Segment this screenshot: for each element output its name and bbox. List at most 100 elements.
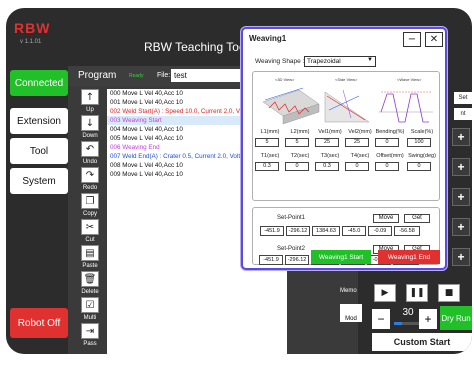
weaving-dialog: Weaving1 − ✕ Weaving Shape : Trapezoidal… — [241, 27, 447, 270]
robot-off-button[interactable]: Robot Off — [10, 308, 68, 338]
set-point1-move-button[interactable]: Move — [373, 214, 399, 223]
down-label: Down — [82, 133, 98, 139]
close-button[interactable]: ✕ — [425, 32, 443, 47]
param-field-1[interactable]: 5 — [285, 138, 309, 147]
speed-plus-button[interactable]: + — [419, 309, 437, 329]
param-field-5[interactable]: 0 — [407, 162, 431, 171]
set-point1-value-5: -56.58 — [394, 226, 420, 236]
pass-label: Pass — [83, 341, 97, 347]
set-point1-label: Set-Point1 — [277, 215, 306, 221]
set-point2-value-1: -296.12 — [285, 255, 309, 265]
speed-minus-button[interactable]: − — [372, 309, 390, 329]
sidebar-item-connected[interactable]: Connected — [10, 70, 68, 96]
speed-slider[interactable] — [394, 322, 422, 325]
set-point1-value-0: -451.9 — [260, 226, 284, 236]
program-title: Program — [78, 70, 117, 81]
set-point1-value-3: -45.0 — [342, 226, 366, 236]
weaving-shape-label: Weaving Shape : — [255, 58, 305, 65]
param-header-1: T2(sec) — [290, 153, 310, 159]
param-field-1[interactable]: 0 — [285, 162, 309, 171]
play-icon: ▶ — [381, 288, 389, 298]
undo-label: Undo — [82, 159, 98, 165]
set-point1-get-button[interactable]: Get — [404, 214, 430, 223]
param-field-0[interactable]: 0.3 — [255, 162, 279, 171]
dialog-title: Weaving1 — [249, 34, 287, 43]
param-field-3[interactable]: 0 — [345, 162, 369, 171]
param-header-0: T1(sec) — [260, 153, 280, 159]
device-frame: RBW v 1.1.01 Connected Extension Tool Sy… — [0, 0, 474, 362]
chevron-down-icon: ▼ — [367, 57, 373, 63]
bottom-bezel — [0, 356, 474, 373]
param-header-3: Vel2(mm) — [348, 129, 372, 135]
jog-plus-button-5[interactable]: + — [452, 248, 470, 266]
side-view-diagram — [324, 89, 370, 123]
jog-plus-button-3[interactable]: + — [452, 188, 470, 206]
param-header-4: Bending(%) — [375, 129, 405, 135]
app-title: RBW Teaching Tool( — [144, 40, 253, 54]
weaving-shape-value: Trapezoidal — [307, 58, 341, 65]
cut-label: Cut — [85, 237, 95, 243]
stop-icon: ■ — [444, 288, 454, 298]
sidebar-item-extension[interactable]: Extension — [10, 108, 68, 134]
set-tab[interactable]: Set — [454, 92, 472, 104]
param-field-4[interactable]: 0 — [375, 138, 399, 147]
weaving-end-button[interactable]: Weaving1 End — [378, 250, 440, 264]
rbw-logo: RBW — [14, 20, 51, 36]
minimize-button[interactable]: − — [403, 32, 421, 47]
param-field-2[interactable]: 25 — [315, 138, 339, 147]
file-name-field[interactable]: test — [171, 69, 251, 82]
dry-run-button[interactable]: Dry Run — [440, 306, 472, 330]
multi-select-icon: ☑ — [81, 297, 99, 313]
arrow-up-icon: ↑ — [81, 89, 99, 105]
param-field-3[interactable]: 25 — [345, 138, 369, 147]
weaving-diagram-graphic — [262, 87, 433, 125]
paste-icon: ▤ — [81, 245, 99, 261]
custom-start-button[interactable]: Custom Start — [372, 333, 472, 351]
stop-button[interactable]: ■ — [438, 284, 460, 302]
jog-plus-button-2[interactable]: + — [452, 158, 470, 176]
sidebar-item-tool[interactable]: Tool — [10, 138, 68, 164]
param-header-0: L1(mm) — [260, 129, 280, 135]
param-header-4: Offset(mm) — [376, 153, 404, 159]
weaving-start-button[interactable]: Weaving1 Start — [311, 250, 371, 264]
pass-arrow-icon: ⇥ — [81, 323, 99, 339]
redo-icon: ↷ — [81, 167, 99, 183]
set-point2-label: Set-Point2 — [277, 246, 306, 252]
pause-button[interactable]: ❚❚ — [406, 284, 428, 302]
jog-plus-button-4[interactable]: + — [452, 218, 470, 236]
jog-plus-button-1[interactable]: + — [452, 128, 470, 146]
arrow-down-icon: ↓ — [81, 115, 99, 131]
pass-button[interactable]: ⇥ Pass — [75, 323, 105, 353]
wave-view-diagram — [379, 91, 433, 123]
redo-label: Redo — [82, 185, 98, 191]
weaving-diagrams: <3D View> <Side View> <Wave View> — [259, 77, 435, 129]
program-status: Ready — [129, 73, 144, 79]
weaving-shape-select[interactable]: Trapezoidal ▼ — [304, 56, 376, 67]
up-label: Up — [86, 107, 94, 113]
delete-label: Delete — [81, 289, 99, 295]
mod-button[interactable]: Mod — [340, 304, 362, 322]
edit-toolbar: ↑ Up ↓ Down ↶ Undo ↷ Redo ❐ Copy ✂ Cut ▤ Paste … — [75, 89, 105, 351]
param-header-5: Scale(%) — [410, 129, 434, 135]
set-point1-value-4: -0.09 — [368, 226, 392, 236]
mod-label: Mod — [345, 316, 357, 322]
param-header-1: L2(mm) — [290, 129, 310, 135]
undo-icon: ↶ — [81, 141, 99, 157]
side-tab[interactable]: nt — [454, 108, 472, 120]
file-label: File: — [157, 72, 171, 79]
param-field-2[interactable]: 0.3 — [315, 162, 339, 171]
copy-label: Copy — [82, 211, 97, 217]
param-field-0[interactable]: 5 — [255, 138, 279, 147]
pause-icon: ❚❚ — [409, 288, 425, 298]
trash-icon: 🗑 — [81, 271, 99, 287]
set-point1-value-1: -296.12 — [286, 226, 310, 236]
param-field-4[interactable]: 0 — [375, 162, 399, 171]
close-icon: ✕ — [429, 34, 439, 45]
minimize-icon: − — [407, 34, 417, 45]
speed-slider-fill — [394, 322, 403, 325]
param-field-5[interactable]: 100 — [407, 138, 431, 147]
param-header-2: T3(sec) — [320, 153, 340, 159]
sidebar-item-system[interactable]: System — [10, 168, 68, 194]
play-button[interactable]: ▶ — [374, 284, 396, 302]
copy-icon: ❐ — [81, 193, 99, 209]
